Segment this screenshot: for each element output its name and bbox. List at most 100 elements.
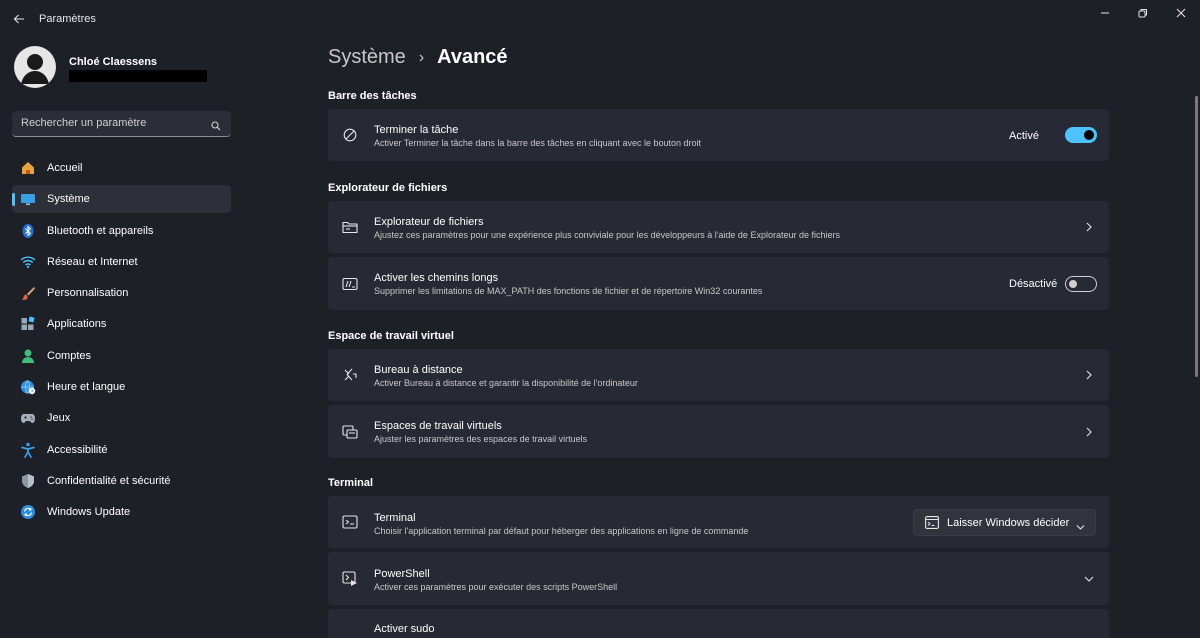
sidebar-item-bluetooth[interactable]: Bluetooth et appareils — [12, 217, 231, 245]
sidebar-item-label: Accueil — [47, 162, 83, 174]
setting-description: Activer Terminer la tâche dans la barre … — [374, 138, 702, 148]
sidebar-item-label: Système — [47, 193, 90, 206]
scrollbar[interactable] — [1195, 96, 1198, 377]
toggle-knob — [1084, 130, 1094, 140]
chevron-right-icon — [1083, 221, 1095, 233]
setting-powershell[interactable]: PowerShell Activer ces paramètres pour e… — [328, 552, 1109, 605]
toggle-state-label: Désactivé — [1009, 278, 1058, 290]
section-title-explorer: Explorateur de fichiers — [328, 182, 448, 194]
profile-name: Chloé Claessens — [69, 56, 158, 68]
search-input[interactable] — [12, 111, 202, 135]
block-icon — [342, 127, 358, 143]
chevron-down-icon — [1083, 573, 1095, 585]
person-avatar-icon — [21, 54, 49, 84]
section-title-terminal: Terminal — [328, 477, 374, 489]
gamepad-icon — [20, 410, 36, 426]
setting-title: Activer sudo — [374, 623, 435, 635]
setting-description: Supprimer les limitations de MAX_PATH de… — [374, 286, 763, 296]
sidebar-item-comptes[interactable]: Comptes — [12, 342, 231, 370]
setting-title: Activer les chemins longs — [374, 272, 499, 284]
close-icon — [1176, 8, 1186, 18]
minimize-icon — [1101, 12, 1109, 14]
setting-description: Choisir l'application terminal par défau… — [374, 526, 749, 536]
setting-description: Ajustez ces paramètres pour une expérien… — [374, 230, 840, 240]
shield-icon — [20, 473, 36, 489]
sidebar-item-windows-update[interactable]: Windows Update — [12, 498, 231, 526]
setting-title: Terminer la tâche — [374, 124, 459, 136]
chevron-right-icon — [1083, 369, 1095, 381]
restore-button[interactable] — [1124, 0, 1162, 26]
sidebar-item-accessibilite[interactable]: Accessibilité — [12, 436, 231, 464]
sidebar-item-label: Comptes — [47, 349, 92, 362]
sidebar-item-label: Applications — [47, 318, 107, 331]
sidebar-item-personnalisation[interactable]: Personnalisation — [12, 279, 231, 307]
sidebar-item-label: Accessibilité — [47, 443, 108, 456]
breadcrumb: Système › Avancé — [328, 46, 508, 69]
chevron-right-icon — [1083, 426, 1095, 438]
setting-file-explorer[interactable]: Explorateur de fichiers Ajustez ces para… — [328, 201, 1109, 253]
long-path-icon — [342, 276, 358, 292]
apps-icon — [20, 316, 36, 332]
sidebar-item-confidentialite[interactable]: Confidentialité et sécurité — [12, 467, 231, 495]
terminal-app-icon — [925, 516, 939, 534]
setting-terminal: Terminal Choisir l'application terminal … — [328, 496, 1109, 548]
person-icon — [20, 348, 36, 364]
setting-description: Ajuster les paramètres des espaces de tr… — [374, 434, 588, 444]
setting-title: Bureau à distance — [374, 364, 463, 376]
setting-title: Terminal — [374, 512, 416, 524]
minimize-button[interactable] — [1086, 0, 1124, 26]
breadcrumb-parent[interactable]: Système — [328, 46, 406, 69]
monitor-icon — [20, 191, 36, 207]
long-paths-toggle[interactable] — [1065, 276, 1097, 292]
setting-long-paths: Activer les chemins longs Supprimer les … — [328, 257, 1109, 310]
page-title: Avancé — [437, 46, 508, 68]
sidebar-item-label: Heure et langue — [47, 381, 126, 394]
terminal-select[interactable]: Laisser Windows décider — [913, 509, 1096, 536]
close-button[interactable] — [1162, 0, 1200, 26]
toggle-state-label: Activé — [1009, 130, 1039, 142]
setting-description: Activer Bureau à distance et garantir la… — [374, 378, 638, 388]
section-title-taskbar: Barre des tâches — [328, 90, 417, 102]
profile-email-redacted — [69, 70, 207, 82]
section-title-virtual: Espace de travail virtuel — [328, 330, 454, 342]
sidebar-item-accueil[interactable]: Accueil — [12, 154, 231, 182]
setting-title: Explorateur de fichiers — [374, 216, 484, 228]
sidebar-item-label: Jeux — [47, 412, 71, 425]
update-icon — [20, 504, 36, 520]
home-icon — [20, 160, 36, 176]
breadcrumb-separator: › — [418, 48, 425, 66]
powershell-icon — [342, 571, 358, 587]
sidebar-item-jeux[interactable]: Jeux — [12, 404, 231, 432]
back-button[interactable] — [8, 8, 30, 30]
avatar — [14, 46, 56, 88]
globe-clock-icon — [20, 379, 36, 395]
sidebar-item-label: Confidentialité et sécurité — [47, 474, 171, 487]
sidebar-item-heure-langue[interactable]: Heure et langue — [12, 373, 231, 401]
sidebar-item-label: Personnalisation — [47, 287, 129, 300]
setting-remote-desktop[interactable]: Bureau à distance Activer Bureau à dista… — [328, 349, 1109, 401]
sidebar-item-label: Windows Update — [47, 506, 131, 519]
search-icon[interactable] — [211, 118, 221, 136]
sidebar-item-reseau[interactable]: Réseau et Internet — [12, 248, 231, 276]
accessibility-icon — [20, 442, 36, 458]
sidebar-item-applications[interactable]: Applications — [12, 310, 231, 338]
end-task-toggle[interactable] — [1065, 127, 1097, 143]
chevron-down-icon — [1076, 518, 1085, 536]
setting-end-task: Terminer la tâche Activer Terminer la tâ… — [328, 109, 1109, 161]
wifi-icon — [20, 254, 36, 270]
terminal-select-value: Laisser Windows décider — [947, 517, 1070, 529]
setting-virtual-workspaces[interactable]: Espaces de travail virtuels Ajuster les … — [328, 405, 1109, 458]
virtual-workspace-icon — [342, 424, 358, 440]
sidebar-nav: Accueil Système Bluetooth et appareils R… — [12, 154, 231, 530]
restore-icon — [1138, 9, 1147, 18]
folder-icon — [342, 219, 358, 235]
setting-description: Activer ces paramètres pour exécuter des… — [374, 582, 618, 592]
window-controls — [1086, 0, 1200, 28]
title-bar: Paramètres — [0, 0, 1200, 36]
arrow-left-icon — [13, 14, 24, 24]
brush-icon — [20, 285, 36, 301]
setting-title: Espaces de travail virtuels — [374, 420, 502, 432]
sidebar-item-systeme[interactable]: Système — [12, 185, 231, 214]
remote-desktop-icon — [342, 367, 358, 383]
setting-title: PowerShell — [374, 568, 430, 580]
